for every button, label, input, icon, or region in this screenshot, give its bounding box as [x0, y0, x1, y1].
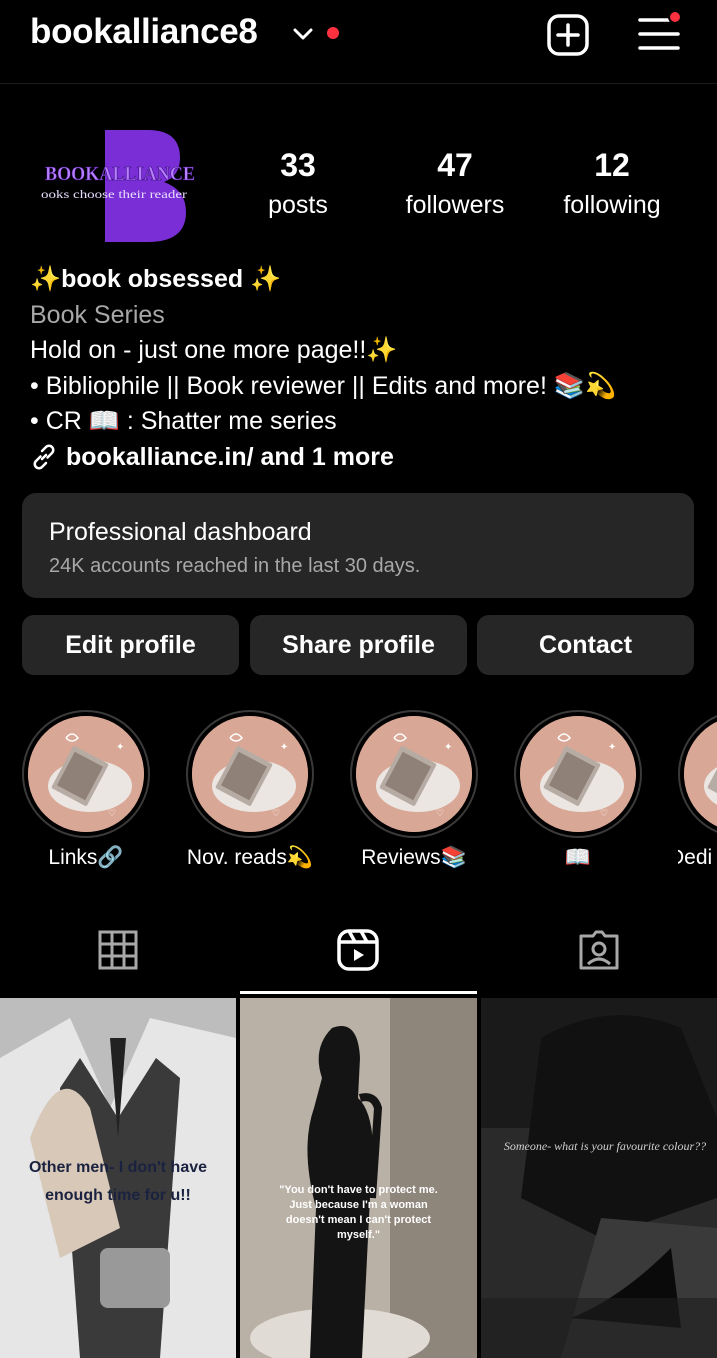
- stat-posts[interactable]: 33 posts: [228, 146, 368, 222]
- svg-text:♡: ♡: [600, 809, 608, 819]
- following-label: following: [563, 191, 661, 219]
- story-highlight[interactable]: ✦ ♡ Nov. reads💫: [186, 710, 314, 869]
- link-icon: [33, 444, 55, 470]
- top-bar: bookalliance8: [0, 0, 717, 84]
- posts-label: posts: [268, 191, 328, 219]
- grid-icon[interactable]: [96, 928, 140, 972]
- highlight-ring: ✦ ♡: [22, 710, 150, 838]
- following-count: 12: [594, 147, 630, 183]
- reels-icon[interactable]: [336, 928, 380, 972]
- svg-text:✦: ✦: [608, 742, 616, 753]
- svg-text:✦: ✦: [444, 742, 452, 753]
- svg-text:✦: ✦: [280, 742, 288, 753]
- account-username[interactable]: bookalliance8: [30, 12, 258, 52]
- highlight-cover: ✦ ♡: [356, 716, 472, 832]
- svg-text:♡: ♡: [436, 809, 444, 819]
- bio-link[interactable]: bookalliance.in/ and 1 more: [30, 440, 700, 476]
- bio-line: • CR 📖 : Shatter me series: [30, 407, 337, 435]
- reel-caption: "You don't have to protect me. Just beca…: [279, 1184, 438, 1241]
- reel-thumbnail[interactable]: Other men- I don't have enough time for …: [0, 998, 236, 1358]
- highlight-label: Nov. reads💫: [186, 846, 314, 869]
- menu-notification-dot: [668, 10, 682, 24]
- notification-dot: [327, 27, 339, 39]
- tagged-icon[interactable]: [577, 928, 621, 972]
- dashboard-title: Professional dashboard: [49, 518, 312, 546]
- contact-button[interactable]: Contact: [477, 615, 694, 675]
- edit-profile-button[interactable]: Edit profile: [22, 615, 239, 675]
- highlight-ring: [678, 710, 717, 838]
- highlight-cover: ✦ ♡: [520, 716, 636, 832]
- svg-text:♡: ♡: [272, 809, 280, 819]
- profile-name: ✨book obsessed ✨: [30, 265, 282, 293]
- posts-count: 33: [280, 147, 316, 183]
- highlight-label: Reviews📚: [361, 846, 467, 869]
- bio-link-text[interactable]: bookalliance.in/ and 1 more: [66, 440, 394, 476]
- svg-text:♡: ♡: [108, 809, 116, 819]
- reel-caption: Other men- I don't have enough time for …: [28, 1159, 208, 1204]
- highlight-cover: ✦ ♡: [192, 716, 308, 832]
- highlight-label: 📖: [564, 846, 592, 869]
- followers-count: 47: [437, 147, 473, 183]
- profile-bio: ✨book obsessed ✨ Book Series Hold on - j…: [30, 262, 700, 475]
- professional-dashboard[interactable]: Professional dashboard 24K accounts reac…: [22, 493, 694, 598]
- bio-line: Hold on - just one more page!!✨: [30, 336, 398, 364]
- highlight-label: Links🔗: [48, 846, 124, 869]
- dashboard-subtitle: 24K accounts reached in the last 30 days…: [49, 555, 421, 577]
- avatar-brand: BOOKALLIANCE: [45, 163, 195, 185]
- highlight-ring: ✦ ♡: [350, 710, 478, 838]
- highlight-cover: ✦ ♡: [28, 716, 144, 832]
- reel-caption: Someone- what is your favourite colour??: [503, 1139, 707, 1153]
- profile-category: Book Series: [30, 300, 165, 329]
- highlight-cover: [684, 716, 717, 832]
- avatar-tagline: ooks choose their reader: [41, 189, 187, 201]
- chevron-down-icon[interactable]: [292, 26, 314, 42]
- story-highlight[interactable]: ✦ ♡ 📖: [514, 710, 642, 869]
- highlight-ring: ✦ ♡: [514, 710, 642, 838]
- followers-label: followers: [405, 191, 505, 219]
- active-tab-indicator: [240, 991, 477, 994]
- share-profile-button[interactable]: Share profile: [250, 615, 467, 675]
- svg-text:✦: ✦: [116, 742, 124, 753]
- story-highlight[interactable]: ✦ ♡ Reviews📚: [350, 710, 478, 869]
- reel-thumbnail[interactable]: Someone- what is your favourite colour??: [481, 998, 717, 1358]
- profile-avatar[interactable]: BOOKALLIANCE ooks choose their reader: [30, 120, 200, 246]
- stat-followers[interactable]: 47 followers: [385, 146, 525, 222]
- highlight-label: Dedi: [678, 846, 713, 869]
- story-highlight[interactable]: ✦ ♡ Links🔗: [22, 710, 150, 869]
- reel-thumbnail[interactable]: "You don't have to protect me. Just beca…: [240, 998, 477, 1358]
- highlight-ring: ✦ ♡: [186, 710, 314, 838]
- bio-line: • Bibliophile || Book reviewer || Edits …: [30, 371, 617, 400]
- story-highlight[interactable]: Dedi: [678, 710, 717, 885]
- new-post-icon[interactable]: [546, 13, 590, 57]
- stat-following[interactable]: 12 following: [542, 146, 682, 222]
